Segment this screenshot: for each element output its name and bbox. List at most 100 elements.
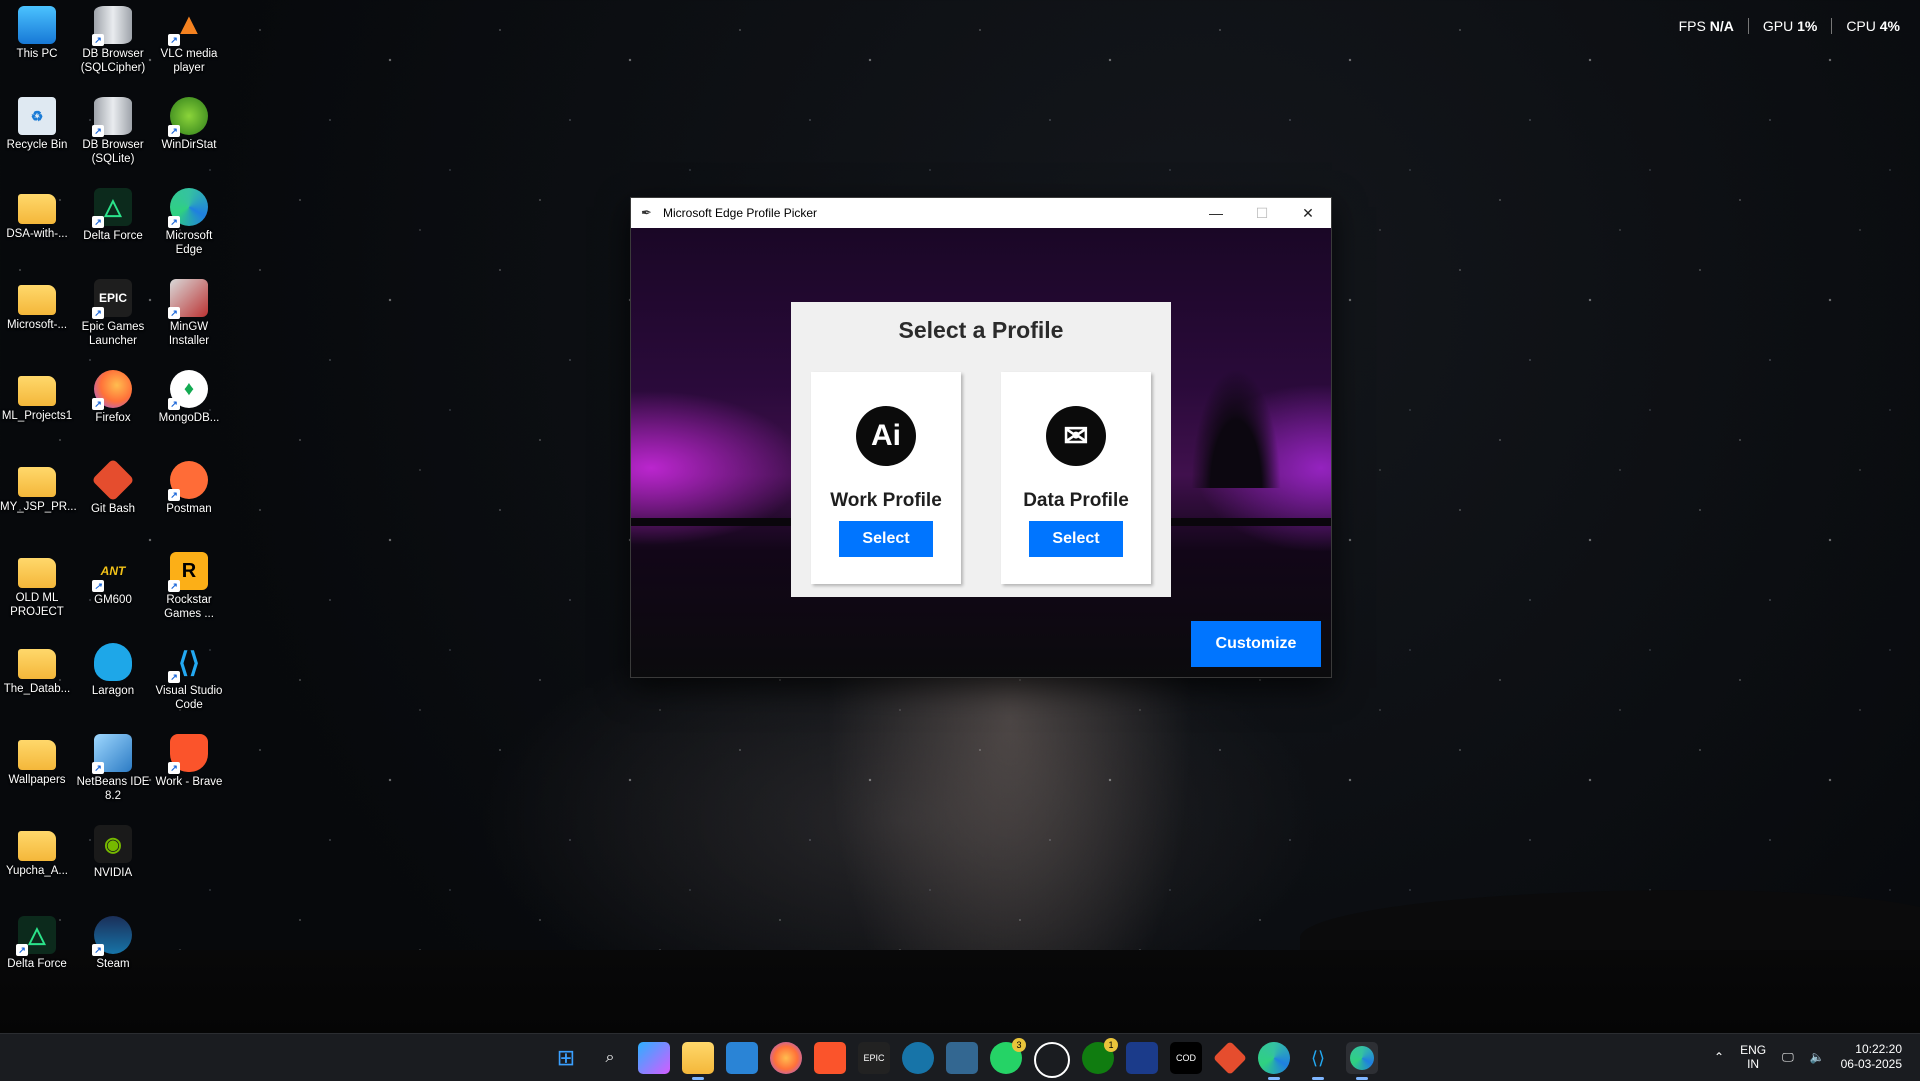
delta-force-icon: △ ↗	[92, 188, 132, 228]
card-heading: Select a Profile	[898, 317, 1064, 343]
desktop-icon-mingw[interactable]: ↗ MinGW Installer	[152, 275, 226, 348]
search-icon[interactable]: ⌕	[594, 1042, 626, 1074]
icon-label: Work - Brave	[155, 776, 223, 788]
desktop-icon-db-browser-sqlite[interactable]: ↗ DB Browser (SQLite)	[76, 93, 150, 166]
window-title: Microsoft Edge Profile Picker	[663, 206, 818, 220]
plant-silhouette	[1191, 368, 1281, 488]
desktop-icon-recycle-bin[interactable]: ♻ Recycle Bin	[0, 93, 74, 152]
close-button[interactable]: ✕	[1285, 198, 1331, 228]
desktop-icon-dsa-folder[interactable]: DSA-with-...	[0, 184, 74, 241]
icon-label: MongoDB...	[158, 412, 220, 424]
windirstat-icon: ↗	[168, 97, 208, 137]
minimize-button[interactable]: —	[1193, 198, 1239, 228]
desktop-icon-firefox[interactable]: ↗ Firefox	[76, 366, 150, 425]
app-icon[interactable]	[1126, 1042, 1158, 1074]
icon-label: NetBeans IDE 8.2	[76, 776, 150, 802]
desktop-icon-steam[interactable]: ↗ Steam	[76, 912, 150, 971]
select-data-profile-button[interactable]: Select	[1029, 521, 1123, 557]
steam-icon[interactable]	[902, 1042, 934, 1074]
desktop-icon-wallpapers[interactable]: Wallpapers	[0, 730, 74, 787]
customize-button[interactable]: Customize	[1191, 621, 1321, 667]
performance-overlay: FPS N/A GPU 1% CPU 4%	[1679, 18, 1900, 34]
desktop-icon-epic-games[interactable]: EPIC ↗ Epic Games Launcher	[76, 275, 150, 348]
git-icon[interactable]	[1213, 1041, 1247, 1075]
icon-label: This PC	[16, 48, 58, 60]
chevron-up-icon[interactable]: ⌃	[1714, 1050, 1724, 1064]
nvidia-icon: ◉	[94, 825, 132, 863]
vscode-icon[interactable]: ⟨⟩	[1302, 1042, 1334, 1080]
folder-icon	[18, 558, 56, 588]
desktop-icon-ml-projects1[interactable]: ML_Projects1	[0, 366, 74, 423]
icon-label: Visual Studio Code	[155, 685, 223, 711]
database-icon: ↗	[92, 6, 132, 46]
postgres-icon[interactable]	[946, 1042, 978, 1074]
icon-label: Microsoft Edge	[165, 230, 213, 256]
icon-label: Steam	[96, 958, 130, 970]
language-indicator[interactable]: ENG IN	[1740, 1043, 1766, 1071]
desktop-icon-this-pc[interactable]: This PC	[0, 2, 74, 61]
desktop-icon-mongodb[interactable]: ♦ ↗ MongoDB...	[152, 366, 226, 425]
desktop-icon-microsoft-folder[interactable]: Microsoft-...	[0, 275, 74, 332]
select-work-profile-button[interactable]: Select	[839, 521, 933, 557]
store-icon[interactable]	[726, 1042, 758, 1074]
icon-label: Git Bash	[90, 503, 136, 515]
desktop-icon-delta-force-2[interactable]: △ ↗ Delta Force	[0, 912, 74, 971]
desktop-icon-microsoft-edge[interactable]: ↗ Microsoft Edge	[152, 184, 226, 257]
profile-name: Work Profile	[830, 490, 942, 511]
desktop-icon-laragon[interactable]: Laragon	[76, 639, 150, 698]
desktop-icon-vlc[interactable]: ▲ ↗ VLC media player	[152, 2, 226, 75]
desktop-icon-gm600[interactable]: ANT ↗ GM600	[76, 548, 150, 607]
lang-code: ENG	[1740, 1043, 1767, 1057]
icon-label: DSA-with-...	[6, 228, 68, 240]
git-icon	[91, 458, 135, 502]
copilot-icon[interactable]	[638, 1042, 670, 1074]
divider	[1747, 18, 1749, 34]
desktop-icon-netbeans[interactable]: ↗ NetBeans IDE 8.2	[76, 730, 150, 803]
desktop-icon-the-datab-folder[interactable]: The_Datab...	[0, 639, 74, 696]
cpu-readout: CPU 4%	[1846, 18, 1900, 34]
epic-games-icon[interactable]: EPIC	[858, 1042, 890, 1074]
desktop-icon-rockstar[interactable]: R ↗ Rockstar Games ...	[152, 548, 226, 621]
netbeans-icon: ↗	[92, 734, 132, 774]
edge-icon[interactable]	[1258, 1042, 1290, 1080]
edge-dev-icon[interactable]	[1346, 1042, 1378, 1080]
profile-selection-card: Select a Profile Ai Work Profile Select …	[791, 302, 1171, 597]
region-code: IN	[1747, 1057, 1760, 1071]
epic-games-icon: EPIC ↗	[92, 279, 132, 319]
network-icon[interactable]: 🖵	[1782, 1050, 1794, 1065]
desktop-icon-vscode[interactable]: ⟨⟩ ↗ Visual Studio Code	[152, 639, 226, 712]
desktop-icon-postman[interactable]: ↗ Postman	[152, 457, 226, 516]
window-titlebar[interactable]: ✒ Microsoft Edge Profile Picker — ☐ ✕	[631, 198, 1331, 228]
desktop-icon-nvidia[interactable]: ◉ NVIDIA	[76, 821, 150, 880]
brave-icon[interactable]	[814, 1042, 846, 1074]
icon-label: DB Browser (SQLite)	[82, 139, 144, 165]
xbox-icon[interactable]: 1	[1082, 1038, 1118, 1074]
file-explorer-icon[interactable]	[682, 1042, 714, 1080]
clock[interactable]: 10:22:20 06-03-2025	[1841, 1042, 1902, 1072]
desktop-icon-db-browser-sqlcipher[interactable]: ↗ DB Browser (SQLCipher)	[76, 2, 150, 75]
desktop-icon-git-bash[interactable]: Git Bash	[76, 457, 150, 516]
start-icon[interactable]: ⊞	[550, 1042, 582, 1074]
firefox-icon[interactable]	[770, 1042, 802, 1074]
chatgpt-icon[interactable]	[1034, 1042, 1070, 1078]
desktop-icon-yupcha-folder[interactable]: Yupcha_A...	[0, 821, 74, 878]
monitor-icon	[18, 6, 56, 44]
icon-label: Recycle Bin	[6, 139, 68, 151]
maximize-button[interactable]: ☐	[1239, 198, 1285, 228]
callofduty-icon[interactable]: COD	[1170, 1042, 1202, 1074]
system-tray: ⌃ ENG IN 🖵 🔈 10:22:20 06-03-2025	[1714, 1042, 1902, 1072]
desktop-icon-my-jsp-folder[interactable]: MY_JSP_PR...	[0, 457, 77, 514]
whatsapp-icon[interactable]: 3	[990, 1038, 1026, 1074]
icon-label: GM600	[94, 594, 132, 606]
desktop-icon-work-brave[interactable]: ↗ Work - Brave	[152, 730, 226, 789]
desktop-icon-windirstat[interactable]: ↗ WinDirStat	[152, 93, 226, 152]
window-background-scene: Select a Profile Ai Work Profile Select …	[631, 228, 1331, 677]
desktop-icon-delta-force[interactable]: △ ↗ Delta Force	[76, 184, 150, 243]
desktop-icon-old-ml-project[interactable]: OLD ML PROJECT	[0, 548, 74, 619]
icon-label: NVIDIA	[93, 867, 133, 879]
icon-label: DB Browser (SQLCipher)	[80, 48, 146, 74]
taskbar: ⊞ ⌕ EPIC 3 1 COD ⟨⟩ ⌃ ENG IN 🖵 🔈 10:22:2…	[0, 1033, 1920, 1081]
volume-icon[interactable]: 🔈	[1810, 1050, 1825, 1064]
clock-date: 06-03-2025	[1840, 1057, 1902, 1071]
work-profile-card: Ai Work Profile Select	[811, 372, 961, 584]
